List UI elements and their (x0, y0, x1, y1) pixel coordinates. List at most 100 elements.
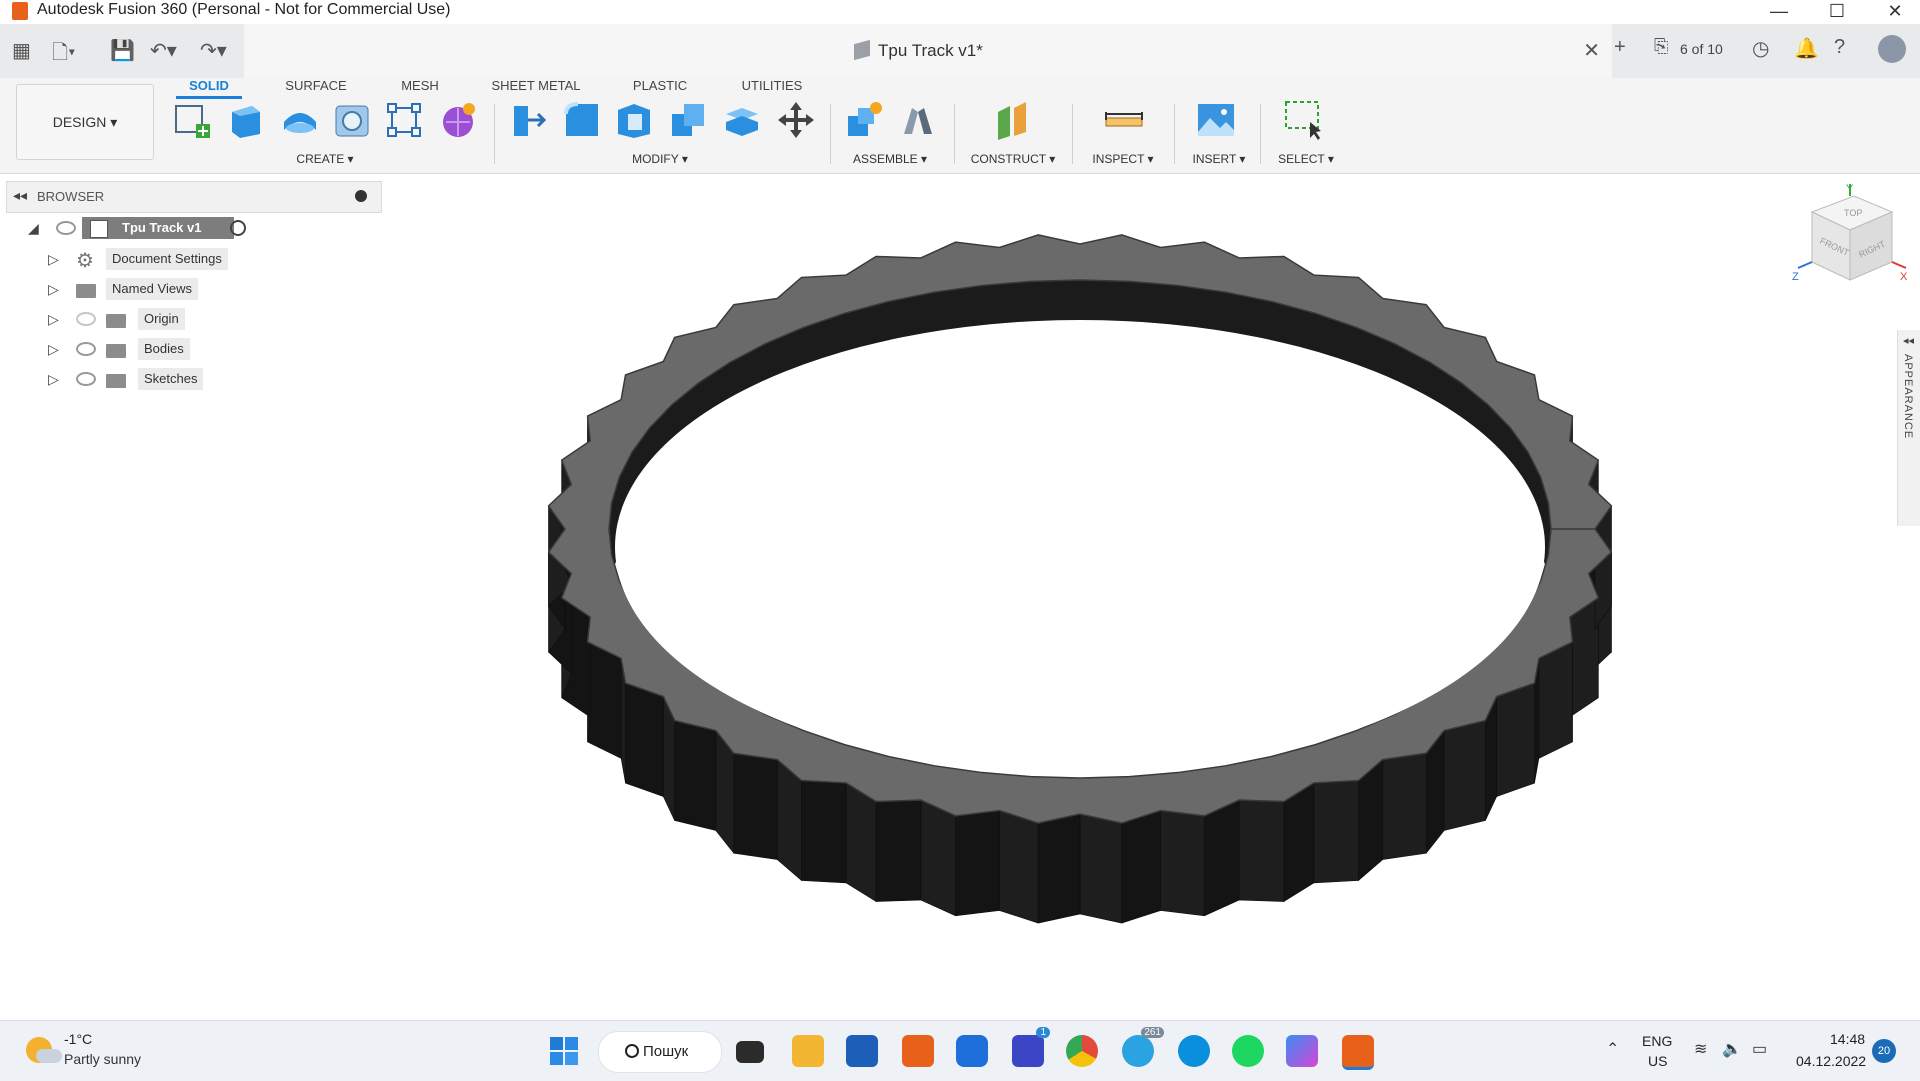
user-avatar[interactable] (1878, 35, 1906, 63)
document-tab-title: Tpu Track v1* (878, 41, 983, 60)
tab-sheet-metal[interactable]: SHEET METAL (484, 78, 588, 93)
ms-store-icon[interactable] (846, 1035, 878, 1067)
track-wall-segment (587, 641, 622, 759)
picsart-icon[interactable] (1286, 1035, 1318, 1067)
z-axis-line (1797, 261, 1813, 269)
file-explorer-icon[interactable] (792, 1035, 824, 1067)
offset-plane-icon[interactable] (992, 100, 1032, 140)
save-icon[interactable]: 💾 (110, 38, 135, 63)
hole-icon[interactable] (332, 100, 372, 140)
maximize-button[interactable]: ☐ (1808, 0, 1866, 24)
new-component-icon[interactable] (844, 100, 884, 140)
insert-menu[interactable]: INSERT ▾ (1182, 152, 1256, 166)
notifications-bell-icon[interactable]: 🔔 (1794, 36, 1819, 61)
track-wall-segment (1443, 720, 1486, 831)
document-tab[interactable]: Tpu Track v1* ✕ (244, 24, 1612, 78)
chrome-icon[interactable] (1066, 1035, 1098, 1067)
tab-utilities[interactable]: UTILITIES (732, 78, 812, 93)
redo-icon[interactable]: ↷▾ (200, 38, 227, 63)
track-wall-segment (1238, 799, 1285, 902)
joint-icon[interactable] (898, 100, 938, 140)
fusion-app-icon (12, 2, 28, 20)
fusion-taskbar-icon[interactable] (902, 1035, 934, 1067)
measure-icon[interactable] (1104, 100, 1144, 140)
history-clock-icon[interactable]: ◷ (1752, 36, 1769, 61)
telegram-icon[interactable]: 261 (1122, 1027, 1164, 1067)
tab-mesh[interactable]: MESH (392, 78, 448, 93)
input-language-bottom[interactable]: US (1648, 1053, 1667, 1069)
pattern-icon[interactable] (384, 100, 424, 140)
taskbar-search-box[interactable]: Пошук (598, 1031, 722, 1073)
insert-image-icon[interactable] (1196, 100, 1236, 140)
shell-icon[interactable] (614, 100, 654, 140)
wifi-icon[interactable]: ≋ (1694, 1039, 1707, 1059)
revolve-icon[interactable] (280, 100, 320, 140)
start-windows-icon[interactable] (548, 1035, 580, 1067)
clock-time[interactable]: 14:48 (1830, 1031, 1865, 1047)
clock-date[interactable]: 04.12.2022 (1796, 1053, 1866, 1069)
split-body-icon[interactable] (722, 100, 762, 140)
data-panel-grid-icon[interactable]: ▦ (12, 38, 31, 63)
track-wall-segment (999, 810, 1039, 924)
search-text: Пошук (643, 1043, 689, 1060)
toolbar-separator (954, 104, 955, 164)
battery-icon[interactable]: ▭ (1752, 1039, 1767, 1059)
tab-solid[interactable]: SOLID (176, 78, 242, 93)
select-menu[interactable]: SELECT ▾ (1266, 152, 1346, 166)
assemble-menu[interactable]: ASSEMBLE ▾ (844, 152, 936, 166)
ccleaner-icon[interactable] (956, 1035, 988, 1067)
expand-panel-icon[interactable]: ◂◂ (1903, 334, 1914, 347)
tab-plastic[interactable]: PLASTIC (624, 78, 696, 93)
create-sketch-icon[interactable] (172, 100, 212, 140)
weather-cloud-icon (36, 1049, 62, 1063)
combine-icon[interactable] (668, 100, 708, 140)
tpu-track-model[interactable] (547, 234, 1613, 924)
create-menu[interactable]: CREATE ▾ (280, 152, 370, 166)
teams-badge: 1 (1036, 1027, 1050, 1038)
file-menu-icon[interactable]: 🗋▾ (52, 38, 75, 72)
z-axis-label: Z (1792, 271, 1799, 283)
create-form-icon[interactable] (438, 100, 478, 140)
teams-icon[interactable]: 1 (1012, 1027, 1050, 1067)
close-tab-icon[interactable]: ✕ (1583, 38, 1600, 63)
track-wall-segment (1204, 799, 1240, 917)
job-status-count[interactable]: 6 of 10 (1680, 41, 1723, 57)
undo-icon[interactable]: ↶▾ (150, 38, 177, 63)
construct-menu[interactable]: CONSTRUCT ▾ (966, 152, 1060, 166)
move-copy-icon[interactable] (776, 100, 816, 140)
tab-surface[interactable]: SURFACE (276, 78, 356, 93)
appearance-side-panel[interactable]: ◂◂ APPEARANCE (1897, 330, 1920, 526)
minimize-button[interactable]: — (1750, 0, 1808, 24)
notification-count-badge[interactable]: 20 (1872, 1039, 1896, 1063)
press-pull-icon[interactable] (508, 100, 548, 140)
inspect-menu[interactable]: INSPECT ▾ (1082, 152, 1164, 166)
toolbar-separator (1260, 104, 1261, 164)
viewcube[interactable]: TOP FRONT RIGHT Y Z X (1792, 182, 1912, 312)
workspace-switcher-button[interactable]: DESIGN ▾ (16, 84, 154, 160)
title-bar: Autodesk Fusion 360 (Personal - Not for … (0, 0, 1920, 24)
select-box-icon[interactable] (1284, 100, 1324, 140)
extrude-icon[interactable] (226, 100, 266, 140)
fusion-active-taskbar-icon[interactable] (1342, 1035, 1374, 1070)
weather-temp[interactable]: -1°C (64, 1031, 92, 1047)
weather-desc[interactable]: Partly sunny (64, 1051, 141, 1067)
new-tab-plus-icon[interactable]: + (1614, 36, 1626, 59)
task-view-icon[interactable] (736, 1041, 764, 1063)
track-wall-segment (1160, 810, 1205, 917)
tray-overflow-chevron-icon[interactable]: ⌃ (1606, 1039, 1619, 1059)
track-wall-segment (845, 782, 877, 903)
track-wall-segment (920, 799, 956, 917)
modify-menu[interactable]: MODIFY ▾ (620, 152, 700, 166)
spotify-icon[interactable] (1232, 1035, 1264, 1067)
job-status-icon[interactable]: ⎘ (1654, 36, 1668, 57)
close-button[interactable]: ✕ (1866, 0, 1920, 24)
3d-viewport[interactable] (0, 174, 1920, 1020)
track-wall-segment (1079, 813, 1123, 924)
skype-icon[interactable] (1178, 1035, 1210, 1067)
help-icon[interactable]: ? (1834, 36, 1845, 59)
input-language-top[interactable]: ENG (1642, 1033, 1672, 1049)
toolbar-separator (494, 104, 495, 164)
track-wall-segment (1313, 780, 1359, 884)
volume-icon[interactable]: 🔈 (1722, 1039, 1742, 1059)
fillet-icon[interactable] (562, 100, 602, 140)
